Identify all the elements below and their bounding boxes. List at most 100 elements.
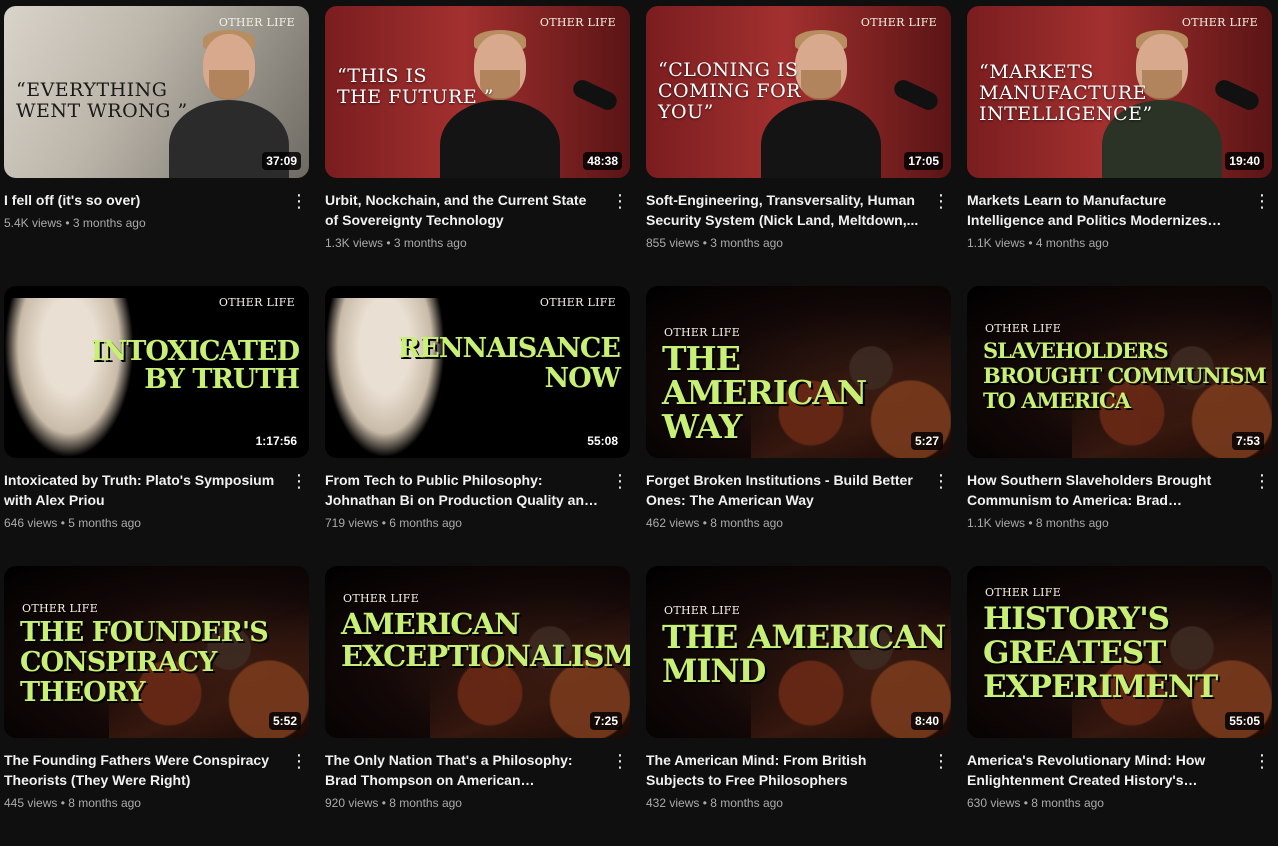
video-card[interactable]: OTHER LIFE SLAVEHOLDERS BROUGHT COMMUNIS… <box>967 286 1272 566</box>
video-card[interactable]: OTHER LIFE AMERICAN EXCEPTIONALISM 7:25 … <box>325 566 630 846</box>
thumbnail-headline: RENNAISANCE NOW <box>397 333 621 394</box>
channel-watermark: OTHER LIFE <box>985 322 1062 335</box>
view-count: 1.3K views <box>325 236 384 250</box>
upload-age: 6 months ago <box>389 516 462 530</box>
duration-badge: 1:17:56 <box>251 432 301 450</box>
video-meta: The American Mind: From British Subjects… <box>646 738 951 812</box>
view-count: 5.4K views <box>4 216 63 230</box>
channel-watermark: OTHER LIFE <box>218 16 295 29</box>
video-title[interactable]: The American Mind: From British Subjects… <box>646 750 921 790</box>
duration-badge: 37:09 <box>262 152 301 170</box>
video-card[interactable]: OTHER LIFE “THIS IS THE FUTURE ” 48:38 U… <box>325 6 630 286</box>
view-count: 855 views <box>646 236 700 250</box>
video-thumbnail[interactable]: OTHER LIFE THE FOUNDER'S CONSPIRACY THEO… <box>4 566 309 738</box>
upload-age: 8 months ago <box>68 796 141 810</box>
view-count: 630 views <box>967 796 1021 810</box>
video-thumbnail[interactable]: OTHER LIFE AMERICAN EXCEPTIONALISM 7:25 <box>325 566 630 738</box>
video-thumbnail[interactable]: OTHER LIFE THE AMERICAN WAY 5:27 <box>646 286 951 458</box>
thumbnail-headline: SLAVEHOLDERS BROUGHT COMMUNISM TO AMERIC… <box>983 338 1267 413</box>
view-count: 719 views <box>325 516 379 530</box>
video-stats: 920 views • 8 months ago <box>325 794 600 812</box>
video-card[interactable]: OTHER LIFE HISTORY'S GREATEST EXPERIMENT… <box>967 566 1272 846</box>
thumbnail-quote: “MARKETS MANUFACTURE INTELLIGENCE” <box>979 61 1153 125</box>
view-count: 462 views <box>646 516 700 530</box>
separator: • <box>699 516 711 530</box>
upload-age: 8 months ago <box>1031 796 1104 810</box>
video-stats: 646 views • 5 months ago <box>4 514 279 532</box>
more-options-icon[interactable]: ⋮ <box>931 750 951 774</box>
video-title[interactable]: Intoxicated by Truth: Plato's Symposium … <box>4 470 279 510</box>
more-options-icon[interactable]: ⋮ <box>610 470 630 494</box>
thumbnail-quote: “EVERYTHING WENT WRONG ” <box>16 79 188 122</box>
video-card[interactable]: OTHER LIFE THE AMERICAN MIND 8:40 The Am… <box>646 566 951 846</box>
video-card[interactable]: OTHER LIFE RENNAISANCE NOW 55:08 From Te… <box>325 286 630 566</box>
more-options-icon[interactable]: ⋮ <box>1252 470 1272 494</box>
video-thumbnail[interactable]: OTHER LIFE THE AMERICAN MIND 8:40 <box>646 566 951 738</box>
video-title[interactable]: From Tech to Public Philosophy: Johnatha… <box>325 470 600 510</box>
video-thumbnail[interactable]: OTHER LIFE “EVERYTHING WENT WRONG ” 37:0… <box>4 6 309 178</box>
video-title[interactable]: The Only Nation That's a Philosophy: Bra… <box>325 750 600 790</box>
view-count: 646 views <box>4 516 58 530</box>
video-thumbnail[interactable]: OTHER LIFE “MARKETS MANUFACTURE INTELLIG… <box>967 6 1272 178</box>
separator: • <box>1020 796 1032 810</box>
more-options-icon[interactable]: ⋮ <box>289 190 309 214</box>
view-count: 1.1K views <box>967 516 1026 530</box>
separator: • <box>378 796 390 810</box>
upload-age: 8 months ago <box>710 516 783 530</box>
thumbnail-headline: AMERICAN EXCEPTIONALISM <box>341 607 630 673</box>
duration-badge: 17:05 <box>904 152 943 170</box>
video-title[interactable]: Soft-Engineering, Transversality, Human … <box>646 190 921 230</box>
separator: • <box>1025 236 1036 250</box>
video-card[interactable]: OTHER LIFE “MARKETS MANUFACTURE INTELLIG… <box>967 6 1272 286</box>
video-thumbnail[interactable]: OTHER LIFE HISTORY'S GREATEST EXPERIMENT… <box>967 566 1272 738</box>
video-card[interactable]: OTHER LIFE THE AMERICAN WAY 5:27 Forget … <box>646 286 951 566</box>
duration-badge: 7:25 <box>589 712 622 730</box>
video-meta: Forget Broken Institutions - Build Bette… <box>646 458 951 532</box>
video-meta: Markets Learn to Manufacture Intelligenc… <box>967 178 1272 252</box>
video-stats: 1.1K views • 8 months ago <box>967 514 1242 532</box>
duration-badge: 5:52 <box>268 712 301 730</box>
video-card[interactable]: OTHER LIFE “CLONING IS COMING FOR YOU” 1… <box>646 6 951 286</box>
thumbnail-headline: THE AMERICAN WAY <box>662 339 867 446</box>
video-thumbnail[interactable]: OTHER LIFE RENNAISANCE NOW 55:08 <box>325 286 630 458</box>
video-title[interactable]: The Founding Fathers Were Conspiracy The… <box>4 750 279 790</box>
video-title[interactable]: Forget Broken Institutions - Build Bette… <box>646 470 921 510</box>
video-meta: America's Revolutionary Mind: How Enligh… <box>967 738 1272 812</box>
video-title[interactable]: Urbit, Nockchain, and the Current State … <box>325 190 600 230</box>
thumbnail-headline: HISTORY'S GREATEST EXPERIMENT <box>983 601 1218 705</box>
upload-age: 5 months ago <box>68 516 141 530</box>
more-options-icon[interactable]: ⋮ <box>610 750 630 774</box>
video-card[interactable]: OTHER LIFE INTOXICATED BY TRUTH 1:17:56 … <box>4 286 309 566</box>
channel-watermark: OTHER LIFE <box>218 296 295 309</box>
upload-age: 3 months ago <box>72 216 146 230</box>
upload-age: 4 months ago <box>1035 236 1109 250</box>
video-card[interactable]: OTHER LIFE THE FOUNDER'S CONSPIRACY THEO… <box>4 566 309 846</box>
duration-badge: 19:40 <box>1225 152 1264 170</box>
separator: • <box>383 236 394 250</box>
more-options-icon[interactable]: ⋮ <box>289 470 309 494</box>
video-thumbnail[interactable]: OTHER LIFE “THIS IS THE FUTURE ” 48:38 <box>325 6 630 178</box>
thumbnail-headline: INTOXICATED BY TRUTH <box>90 336 300 395</box>
more-options-icon[interactable]: ⋮ <box>289 750 309 774</box>
upload-age: 8 months ago <box>389 796 462 810</box>
more-options-icon[interactable]: ⋮ <box>931 470 951 494</box>
video-card[interactable]: OTHER LIFE “EVERYTHING WENT WRONG ” 37:0… <box>4 6 309 286</box>
video-thumbnail[interactable]: OTHER LIFE “CLONING IS COMING FOR YOU” 1… <box>646 6 951 178</box>
video-stats: 445 views • 8 months ago <box>4 794 279 812</box>
more-options-icon[interactable]: ⋮ <box>1252 750 1272 774</box>
video-title[interactable]: Markets Learn to Manufacture Intelligenc… <box>967 190 1242 230</box>
more-options-icon[interactable]: ⋮ <box>1252 190 1272 214</box>
video-thumbnail[interactable]: OTHER LIFE INTOXICATED BY TRUTH 1:17:56 <box>4 286 309 458</box>
duration-badge: 7:53 <box>1231 432 1264 450</box>
channel-watermark: OTHER LIFE <box>343 592 420 605</box>
duration-badge: 48:38 <box>583 152 622 170</box>
more-options-icon[interactable]: ⋮ <box>610 190 630 214</box>
video-title[interactable]: How Southern Slaveholders Brought Commun… <box>967 470 1242 510</box>
video-title[interactable]: America's Revolutionary Mind: How Enligh… <box>967 750 1242 790</box>
upload-age: 3 months ago <box>393 236 467 250</box>
more-options-icon[interactable]: ⋮ <box>931 190 951 214</box>
video-thumbnail[interactable]: OTHER LIFE SLAVEHOLDERS BROUGHT COMMUNIS… <box>967 286 1272 458</box>
thumbnail-quote: “CLONING IS COMING FOR YOU” <box>658 59 801 123</box>
video-title[interactable]: I fell off (it's so over) <box>4 190 279 210</box>
upload-age: 3 months ago <box>710 236 783 250</box>
